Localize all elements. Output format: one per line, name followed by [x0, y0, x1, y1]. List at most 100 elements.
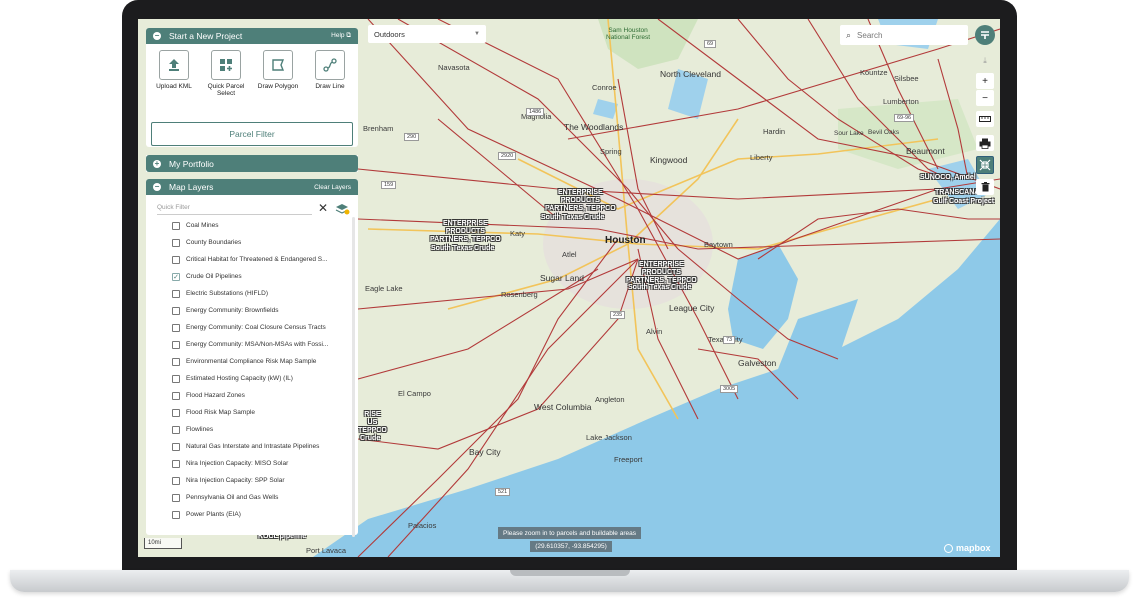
zoom-out-button[interactable]: − — [976, 90, 994, 106]
layer-item[interactable]: County Boundaries — [172, 234, 350, 251]
layer-checkbox[interactable] — [172, 476, 180, 485]
quick-filter-input[interactable]: Quick Filter — [157, 201, 312, 215]
layer-item[interactable]: ✓ Crude Oil Pipelines — [172, 268, 350, 285]
layer-item[interactable]: Flowlines — [172, 421, 350, 438]
layer-checkbox[interactable] — [172, 357, 180, 366]
layer-checkbox[interactable] — [172, 306, 180, 315]
download-icon[interactable]: ⤓ — [976, 53, 994, 69]
upload-icon[interactable] — [159, 50, 189, 80]
layer-checkbox[interactable] — [172, 289, 180, 298]
layer-item[interactable]: Nira Injection Capacity: SPP Solar — [172, 472, 350, 489]
draw-polygon-tool[interactable]: Draw Polygon — [255, 50, 301, 124]
basemap-select[interactable]: Outdoors ▼ — [368, 25, 486, 43]
road-shield: 290 — [404, 133, 420, 141]
chevron-down-icon: ▼ — [474, 31, 480, 37]
layers-stack-icon[interactable] — [334, 201, 350, 215]
portfolio-title: My Portfolio — [169, 158, 214, 169]
map-place-beaumont: Beaumont — [906, 146, 945, 156]
clear-filter-icon[interactable]: ✕ — [318, 201, 328, 215]
app-screen: Sam Houston National Forest North Clevel… — [138, 19, 1000, 557]
layer-item[interactable]: Pennsylvania Oil and Gas Wells — [172, 489, 350, 506]
layer-checkbox[interactable] — [172, 255, 180, 264]
ruler-icon[interactable] — [976, 111, 994, 127]
layer-checkbox[interactable] — [172, 238, 180, 247]
collapse-icon[interactable]: − — [153, 183, 161, 191]
layer-list-scrollbar[interactable] — [352, 217, 355, 537]
map-layers-header[interactable]: − Map Layers Clear Layers — [146, 179, 358, 195]
pipeline-label: ENTERPRISE PRODUCTS PARTNERS, TEPPCO — [626, 261, 697, 284]
line-icon[interactable] — [315, 50, 345, 80]
map-place-hardin: Hardin — [763, 127, 786, 136]
layer-checkbox[interactable] — [172, 510, 180, 519]
help-link[interactable]: Help ⧉ — [331, 32, 351, 40]
layer-label: Environmental Compliance Risk Map Sample — [186, 358, 317, 365]
layer-checkbox[interactable] — [172, 425, 180, 434]
layer-list[interactable]: Coal Mines County Boundaries Critical Habi… — [146, 217, 358, 537]
layer-item[interactable]: Flood Hazard Zones — [172, 387, 350, 404]
layer-checkbox[interactable] — [172, 493, 180, 502]
start-project-panel: − Start a New Project Help ⧉ Upload KML … — [146, 28, 358, 147]
trash-icon[interactable] — [976, 179, 994, 195]
map-place-atlel: Atlel — [562, 250, 577, 259]
quick-filter-row: Quick Filter ✕ — [146, 195, 358, 217]
layer-checkbox[interactable] — [172, 340, 180, 349]
map-place-angleton: Angleton — [595, 395, 625, 404]
layer-item[interactable]: Natural Gas Interstate and Intrastate Pi… — [172, 438, 350, 455]
zoom-message: Please zoom in to parcels and buildable … — [498, 527, 641, 539]
layer-label: Flowlines — [186, 426, 214, 433]
layer-checkbox[interactable] — [172, 391, 180, 400]
road-shield: 69-96 — [894, 114, 915, 122]
layer-item[interactable]: Critical Habitat for Threatened & Endang… — [172, 251, 350, 268]
layer-label: Nira Injection Capacity: MISO Solar — [186, 460, 289, 467]
layer-item[interactable]: Energy Community: Brownfields — [172, 302, 350, 319]
pipeline-label: RISE US TEPPCO — [358, 411, 387, 434]
map-place-kountze: Kountze — [860, 68, 888, 77]
portfolio-header[interactable]: + My Portfolio — [146, 155, 358, 172]
expand-icon[interactable]: + — [153, 159, 161, 168]
map-place-bay-city: Bay City — [469, 447, 501, 457]
menu-button[interactable] — [975, 25, 995, 45]
clear-layers-link[interactable]: Clear Layers — [314, 184, 351, 191]
map-place-alvin: Alvin — [646, 327, 663, 336]
map-layers-title: Map Layers — [169, 182, 214, 192]
tool-label: Quick Parcel Select — [207, 83, 245, 97]
layer-label: Electric Substations (HIFLD) — [186, 290, 268, 297]
layer-checkbox[interactable] — [172, 442, 180, 451]
map-place-brenham: Brenham — [363, 124, 394, 133]
layer-checkbox[interactable] — [172, 323, 180, 332]
layer-item[interactable]: Flood Risk Map Sample — [172, 404, 350, 421]
layer-checkbox[interactable] — [172, 459, 180, 468]
map-place-freeport: Freeport — [614, 455, 643, 464]
map-place-woodlands: The Woodlands — [564, 122, 624, 132]
layer-item[interactable]: Coal Mines — [172, 217, 350, 234]
pipeline-label: Gulf Coast Project — [933, 198, 995, 205]
layer-item[interactable]: Environmental Compliance Risk Map Sample — [172, 353, 350, 370]
layer-checkbox[interactable] — [172, 374, 180, 383]
parcel-filter-button[interactable]: Parcel Filter — [151, 122, 353, 146]
layer-item[interactable]: Power Plants (EIA) — [172, 506, 350, 523]
layer-item[interactable]: Nira Injection Capacity: MISO Solar — [172, 455, 350, 472]
layer-item[interactable]: Electric Substations (HIFLD) — [172, 285, 350, 302]
grid-plus-icon[interactable] — [211, 50, 241, 80]
map-place-sugar-land: Sugar Land — [540, 273, 584, 283]
layer-checkbox[interactable] — [172, 408, 180, 417]
map-place-liberty: Liberty — [750, 153, 773, 162]
quick-parcel-tool[interactable]: Quick Parcel Select — [203, 50, 249, 124]
zoom-in-button[interactable]: + — [976, 73, 994, 89]
search-input[interactable]: ⌕ Search — [840, 25, 968, 45]
map-place-galveston: Galveston — [738, 358, 777, 368]
collapse-arrows-icon[interactable] — [976, 156, 994, 174]
layer-checkbox[interactable] — [172, 221, 180, 230]
basemap-selected-value: Outdoors — [374, 29, 405, 39]
layer-item[interactable]: Estimated Hosting Capacity (kW) (IL) — [172, 370, 350, 387]
draw-line-tool[interactable]: Draw Line — [307, 50, 353, 124]
upload-kml-tool[interactable]: Upload KML — [151, 50, 197, 124]
polygon-icon[interactable] — [263, 50, 293, 80]
layer-checkbox[interactable]: ✓ — [172, 272, 180, 281]
start-project-header[interactable]: − Start a New Project Help ⧉ — [146, 28, 358, 44]
print-icon[interactable] — [976, 135, 994, 151]
layer-item[interactable]: Energy Community: Coal Closure Census Tr… — [172, 319, 350, 336]
collapse-icon[interactable]: − — [153, 32, 161, 40]
layer-item[interactable]: Energy Community: MSA/Non-MSAs with Foss… — [172, 336, 350, 353]
mapbox-attribution[interactable]: mapbox — [944, 543, 991, 553]
